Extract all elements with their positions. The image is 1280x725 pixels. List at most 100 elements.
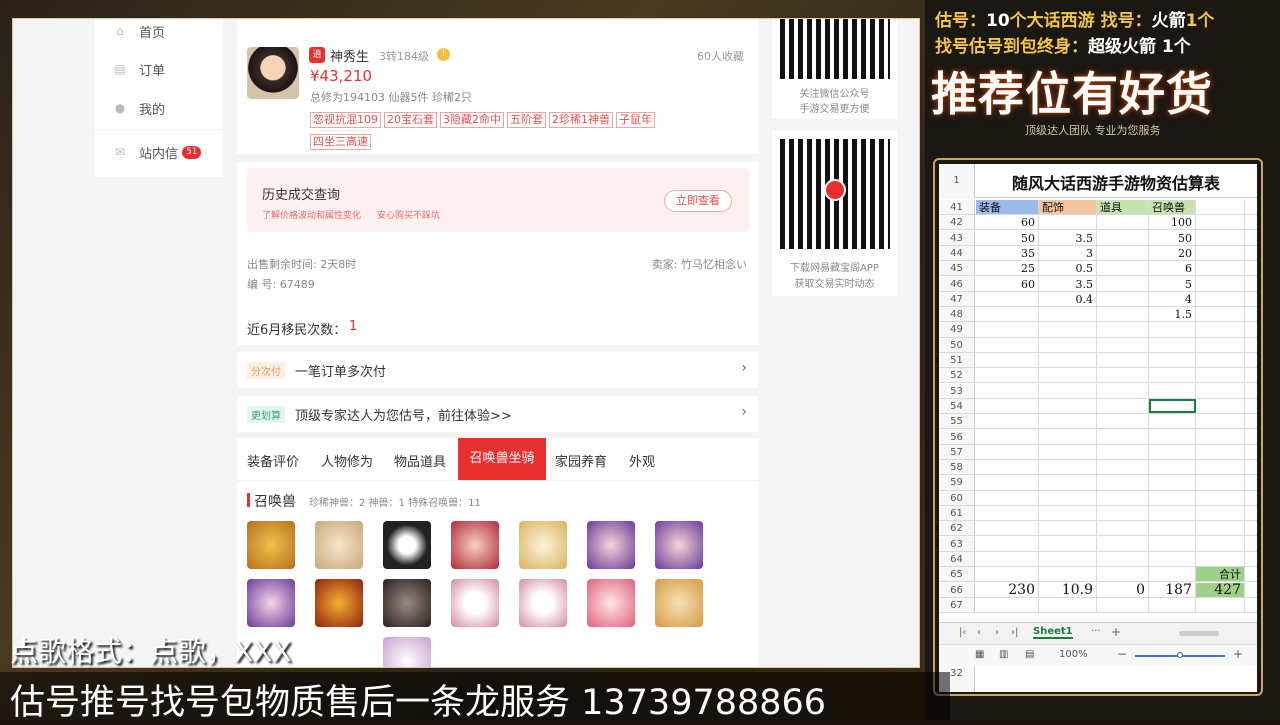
pet-icon[interactable]: [383, 521, 431, 569]
sheet-cell[interactable]: [1149, 597, 1196, 612]
sheet-cell[interactable]: 1.5: [1149, 307, 1196, 322]
sheet-cell[interactable]: 50: [976, 230, 1039, 245]
sheet-cell[interactable]: [1196, 551, 1245, 567]
pet-icon[interactable]: [519, 579, 567, 627]
sheet-cell[interactable]: [976, 368, 1039, 383]
sidebar-item-home[interactable]: ⌂ 首页: [113, 19, 165, 43]
sheet-cell[interactable]: [1039, 368, 1097, 383]
pet-icon[interactable]: [383, 579, 431, 627]
sheet-cell[interactable]: [1196, 460, 1245, 475]
sheet-cell[interactable]: [1039, 398, 1097, 414]
spreadsheet[interactable]: 1 随风大话西游手游物资估算表 41 装备 配饰 道具 召唤兽 42 60 100 43 50 3.…: [939, 164, 1257, 692]
sheet-cell[interactable]: [1039, 414, 1097, 429]
sheet-cell[interactable]: [1196, 276, 1245, 291]
sheet-cell[interactable]: 配饰: [1039, 200, 1097, 215]
sheet-cell[interactable]: [976, 567, 1039, 582]
pet-icon[interactable]: [315, 521, 363, 569]
sheet-cell[interactable]: 60: [976, 276, 1039, 291]
sheet-cell[interactable]: [1039, 506, 1097, 521]
sheet-cell[interactable]: [976, 307, 1039, 322]
normal-view-icon[interactable]: ▦: [975, 649, 984, 660]
sheet-cell[interactable]: [1149, 368, 1196, 383]
sheet-cell[interactable]: [1039, 383, 1097, 398]
sheet-cell[interactable]: [1149, 460, 1196, 475]
pet-icon[interactable]: [247, 521, 295, 569]
pet-icon[interactable]: [247, 579, 295, 627]
sheet-cell[interactable]: [1149, 337, 1196, 352]
sheet-cell[interactable]: [1196, 536, 1245, 551]
sheet-cell[interactable]: 230: [976, 582, 1039, 597]
sheet-cell[interactable]: [1039, 490, 1097, 505]
more-icon[interactable]: ···: [1091, 626, 1101, 637]
sheet-cell[interactable]: [1097, 215, 1149, 230]
sheet-cell[interactable]: [1196, 215, 1245, 230]
info-icon[interactable]: !: [437, 48, 450, 61]
sheet-cell[interactable]: [1196, 398, 1245, 414]
sheet-cell[interactable]: 装备: [976, 200, 1039, 215]
sheet-cell[interactable]: [976, 383, 1039, 398]
sheet-cell[interactable]: [1097, 475, 1149, 490]
sheet-cell[interactable]: [976, 429, 1039, 444]
sheet-cell[interactable]: [976, 490, 1039, 505]
sheet-cell[interactable]: [1196, 307, 1245, 322]
sheet-cell[interactable]: [976, 475, 1039, 490]
sheet-cell[interactable]: 3.5: [1039, 276, 1097, 291]
add-sheet-icon[interactable]: +: [1111, 625, 1121, 639]
sheet-cell[interactable]: 0.4: [1039, 291, 1097, 306]
sheet-cell[interactable]: [1196, 245, 1245, 261]
sheet-cell[interactable]: [1149, 536, 1196, 551]
sheet-cell[interactable]: [1196, 444, 1245, 459]
sheet-tab[interactable]: Sheet1: [1033, 626, 1073, 639]
sheet-cell[interactable]: [1097, 230, 1149, 245]
sheet-cell[interactable]: [1097, 536, 1149, 551]
pet-icon[interactable]: [587, 521, 635, 569]
sheet-cell[interactable]: [1196, 368, 1245, 383]
sidebar-item-messages[interactable]: ✉ 站内信 51: [113, 140, 202, 164]
sheet-cell[interactable]: [1097, 398, 1149, 414]
pet-icon[interactable]: [451, 521, 499, 569]
sheet-cell[interactable]: [1097, 460, 1149, 475]
sheet-cell[interactable]: [1097, 337, 1149, 352]
sheet-cell[interactable]: 3: [1039, 245, 1097, 261]
sheet-cell[interactable]: [1097, 291, 1149, 306]
sheet-cell[interactable]: [1097, 414, 1149, 429]
sheet-nav-last-icon[interactable]: ›|: [1011, 627, 1018, 638]
pet-icon[interactable]: [451, 579, 499, 627]
sheet-cell[interactable]: 合计: [1196, 567, 1245, 582]
sheet-cell[interactable]: [1149, 567, 1196, 582]
sheet-cell[interactable]: [976, 398, 1039, 414]
sheet-cell[interactable]: [976, 353, 1039, 368]
sheet-cell[interactable]: [1039, 444, 1097, 459]
sheet-cell[interactable]: 20: [1149, 245, 1196, 261]
sheet-cell[interactable]: 4: [1149, 291, 1196, 306]
sheet-cell[interactable]: [1196, 490, 1245, 505]
zoom-level[interactable]: 100%: [1059, 649, 1088, 660]
sheet-cell[interactable]: [1149, 383, 1196, 398]
sheet-cell[interactable]: [1039, 567, 1097, 582]
sidebar-item-orders[interactable]: ▤ 订单: [113, 57, 165, 81]
view-history-button[interactable]: 立即查看: [664, 190, 732, 212]
sheet-cell[interactable]: [976, 536, 1039, 551]
sheet-cell[interactable]: [1149, 475, 1196, 490]
sheet-cell[interactable]: [976, 551, 1039, 567]
page-layout-icon[interactable]: ▥: [999, 649, 1008, 660]
sheet-cell[interactable]: [1196, 597, 1245, 612]
pet-icon[interactable]: [655, 579, 703, 627]
sheet-cell[interactable]: [1149, 353, 1196, 368]
sheet-cell[interactable]: 10.9: [1039, 582, 1097, 597]
sheet-nav-next-icon[interactable]: ›: [995, 627, 999, 638]
sheet-cell[interactable]: [1097, 322, 1149, 337]
sheet-cell[interactable]: [976, 322, 1039, 337]
sheet-cell[interactable]: [976, 337, 1039, 352]
sidebar-item-mine[interactable]: ● 我的: [113, 96, 165, 120]
sheet-cell[interactable]: [1097, 567, 1149, 582]
sheet-cell[interactable]: [1196, 429, 1245, 444]
sheet-cell[interactable]: [976, 444, 1039, 459]
sheet-cell[interactable]: [1097, 245, 1149, 261]
sheet-cell[interactable]: [1097, 261, 1149, 276]
sheet-cell[interactable]: [1149, 414, 1196, 429]
sheet-cell[interactable]: [1097, 490, 1149, 505]
sheet-cell[interactable]: [976, 414, 1039, 429]
page-break-icon[interactable]: ▤: [1025, 649, 1034, 660]
sheet-cell[interactable]: [1097, 597, 1149, 612]
